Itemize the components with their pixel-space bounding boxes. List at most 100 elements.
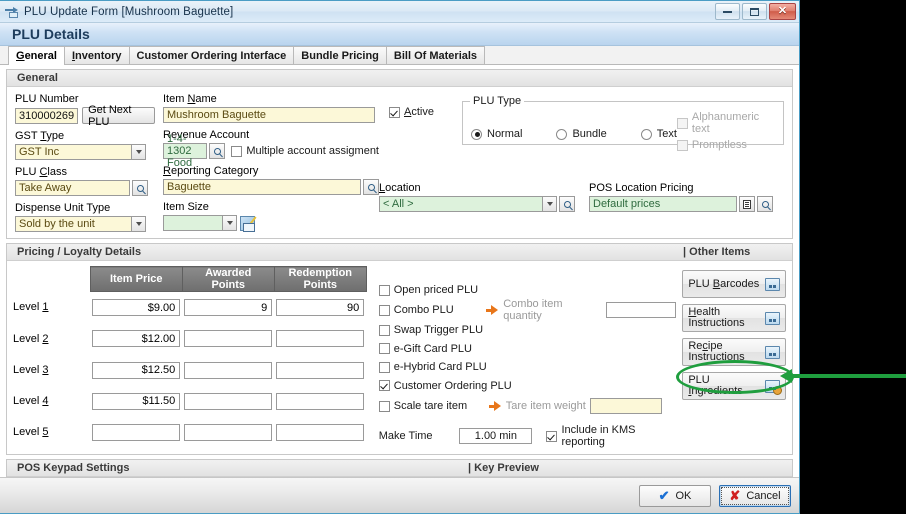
level-1-redemption-points[interactable]: 90 — [276, 299, 365, 317]
dispense-unit-label: Dispense Unit Type — [15, 202, 111, 214]
window-controls: ✕ — [715, 3, 796, 20]
table-header-row: Item Price Awarded Points Redemption Poi… — [13, 266, 367, 292]
egift-card-plu-checkbox[interactable]: e-Gift Card PLU — [378, 343, 472, 355]
search-icon — [213, 147, 221, 155]
cancel-button[interactable]: ✘ Cancel — [719, 484, 791, 507]
pos-location-pricing-label: POS Location Pricing — [589, 182, 694, 194]
make-time-input[interactable]: 1.00 min — [459, 428, 533, 444]
level-4-label: Level 4 — [13, 395, 49, 408]
level-3-item-price[interactable]: $12.50 — [92, 361, 181, 379]
level-3-redemption-points[interactable] — [276, 361, 365, 379]
location-input[interactable]: < All > — [379, 196, 542, 212]
checkbox-box — [676, 117, 688, 129]
active-checkbox[interactable]: Active — [389, 106, 434, 118]
reporting-category-input[interactable]: Baguette — [163, 179, 361, 195]
kms-reporting-checkbox[interactable]: Include in KMS reporting — [546, 424, 676, 448]
revenue-account-search-button[interactable] — [209, 143, 226, 159]
window-icon — [765, 345, 780, 359]
health-instructions-button[interactable]: Health Instructions — [682, 304, 786, 332]
combo-item-quantity-input[interactable] — [605, 302, 677, 318]
scale-tare-item-label: Scale tare item — [393, 400, 468, 412]
search-icon — [367, 183, 375, 191]
pos-location-pricing-list-button[interactable] — [739, 196, 755, 212]
checkbox-box — [378, 343, 390, 354]
checkbox-box — [676, 139, 688, 151]
swap-trigger-plu-label: Swap Trigger PLU — [393, 324, 484, 336]
close-icon: ✕ — [777, 5, 788, 17]
revenue-account-input[interactable]: 1-4-1302 Food — [163, 133, 208, 169]
scale-tare-item-checkbox[interactable]: Scale tare item — [378, 400, 489, 412]
combo-plu-checkbox[interactable]: Combo PLU — [378, 304, 486, 316]
level-5-label: Level 5 — [13, 426, 49, 439]
pos-keypad-group: POS Keypad Settings | Key Preview Keypad… — [6, 459, 793, 477]
table-row: Level 3 $12.50 — [13, 355, 366, 386]
pos-keypad-group-title: POS Keypad Settings — [17, 462, 130, 474]
level-5-awarded-points[interactable] — [184, 423, 273, 441]
level-5-item-price[interactable] — [92, 423, 181, 441]
table-row: Level 1 $9.00 9 90 — [13, 292, 366, 324]
multiple-account-checkbox[interactable]: Multiple account assigment — [231, 145, 379, 157]
alphanumeric-text-checkbox[interactable]: Alphanumeric text — [676, 111, 775, 135]
plu-type-normal-radio[interactable]: Normal — [471, 128, 522, 140]
plu-class-input[interactable]: Take Away — [15, 180, 130, 196]
pos-location-pricing-search-button[interactable] — [757, 196, 773, 212]
plu-number-input[interactable]: 310000269 — [15, 107, 79, 124]
gst-type-input[interactable]: GST Inc — [15, 144, 131, 160]
health-instructions-label: Health Instructions — [688, 306, 745, 329]
gst-type-label: GST Type — [15, 130, 65, 142]
gst-type-dropdown-arrow[interactable] — [131, 144, 146, 160]
tare-item-weight-label: Tare item weight — [505, 400, 586, 412]
plu-type-text-radio[interactable]: Text — [640, 128, 677, 140]
level-5-redemption-points[interactable] — [276, 423, 365, 441]
level-2-awarded-points[interactable] — [184, 330, 273, 348]
location-dropdown-arrow[interactable] — [542, 196, 557, 212]
item-size-edit-icon[interactable] — [240, 215, 255, 232]
plu-ingredients-label: PLU Ingredients — [688, 374, 743, 397]
swap-trigger-plu-checkbox[interactable]: Swap Trigger PLU — [378, 324, 484, 336]
level-3-awarded-points[interactable] — [184, 361, 273, 379]
plu-type-normal-label: Normal — [487, 128, 523, 140]
item-size-input[interactable] — [163, 215, 222, 231]
other-items-panel: PLU Barcodes Health Instructions Recipe In… — [682, 266, 786, 448]
get-next-plu-button[interactable]: Get Next PLU — [82, 104, 155, 128]
plu-barcodes-button[interactable]: PLU Barcodes — [682, 270, 786, 298]
tab-customer-ordering-interface[interactable]: Customer Ordering Interface — [128, 46, 295, 64]
level-4-item-price[interactable]: $11.50 — [92, 392, 181, 410]
promptless-checkbox[interactable]: Promptless — [676, 139, 775, 151]
dispense-unit-input[interactable]: Sold by the unit — [15, 216, 131, 232]
recipe-instructions-button[interactable]: Recipe Instructions — [682, 338, 786, 366]
tab-inventory[interactable]: Inventory — [63, 46, 130, 64]
minimize-button[interactable] — [715, 3, 740, 20]
radio-box — [471, 128, 482, 140]
open-priced-plu-checkbox[interactable]: Open priced PLU — [378, 284, 511, 296]
customer-ordering-plu-checkbox[interactable]: Customer Ordering PLU — [378, 380, 512, 392]
tab-bundle-pricing[interactable]: Bundle Pricing — [293, 46, 387, 64]
level-1-item-price[interactable]: $9.00 — [92, 299, 181, 317]
checkbox-box — [389, 106, 400, 118]
location-search-button[interactable] — [559, 196, 575, 212]
plu-ingredients-button[interactable]: PLU Ingredients — [682, 372, 786, 400]
item-name-input[interactable]: Mushroom Baguette — [163, 107, 375, 123]
level-2-redemption-points[interactable] — [276, 330, 365, 348]
plu-type-bundle-radio[interactable]: Bundle — [556, 128, 607, 140]
dialog-footer: ✔ OK ✘ Cancel — [0, 477, 799, 513]
ok-button[interactable]: ✔ OK — [639, 484, 711, 507]
dispense-unit-dropdown-arrow[interactable] — [131, 216, 146, 232]
level-1-awarded-points[interactable]: 9 — [184, 299, 273, 317]
item-size-dropdown-arrow[interactable] — [222, 215, 237, 231]
tare-item-weight-input[interactable] — [589, 398, 662, 414]
ehybrid-card-plu-checkbox[interactable]: e-Hybrid Card PLU — [378, 361, 487, 373]
reporting-category-search-button[interactable] — [363, 179, 379, 195]
tab-general[interactable]: General — [8, 46, 65, 65]
ok-label: OK — [675, 489, 692, 502]
pos-location-pricing-input[interactable]: Default prices — [589, 196, 737, 212]
maximize-button[interactable] — [742, 3, 767, 20]
tab-bill-of-materials[interactable]: Bill Of Materials — [385, 46, 486, 64]
level-4-redemption-points[interactable] — [276, 392, 365, 410]
close-button[interactable]: ✕ — [769, 3, 796, 20]
level-2-item-price[interactable]: $12.00 — [92, 330, 181, 348]
level-4-awarded-points[interactable] — [184, 392, 273, 410]
checkbox-box — [378, 361, 390, 373]
plu-type-bundle-label: Bundle — [572, 128, 607, 140]
plu-class-search-button[interactable] — [132, 180, 148, 196]
